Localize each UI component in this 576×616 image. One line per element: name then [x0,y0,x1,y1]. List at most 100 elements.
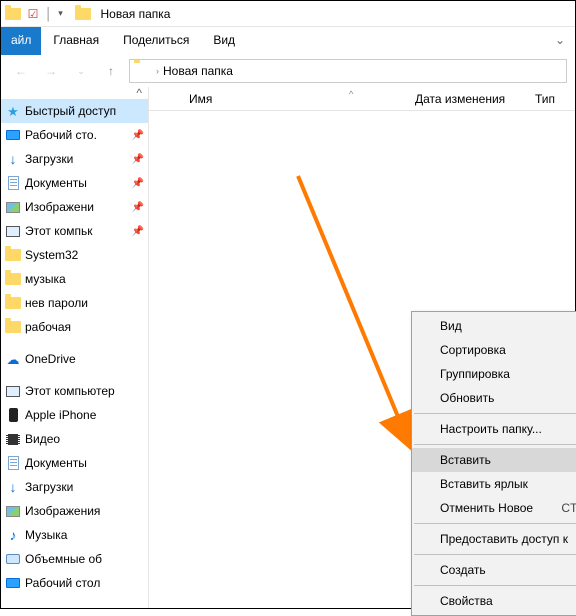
menu-undo[interactable]: Отменить НовоеCTR [412,496,576,520]
nav-recent-button[interactable]: ⌄ [69,59,93,83]
sidebar-item[interactable]: ↓Загрузки📌 [1,147,148,171]
column-headers: Имя ^ Дата изменения Тип [149,87,575,111]
sidebar-item[interactable]: Изображения [1,499,148,523]
folder-icon [134,63,152,79]
sidebar-item[interactable]: Рабочий сто. 📌 [1,123,148,147]
breadcrumb[interactable]: › Новая папка [129,59,567,83]
qat-dropdown-icon[interactable]: ▾ [53,6,69,22]
menu-paste-shortcut[interactable]: Вставить ярлык [412,472,576,496]
menu-sort[interactable]: Сортировка▸ [412,338,576,362]
breadcrumb-current[interactable]: Новая папка [163,64,233,78]
sidebar-label: Документы [25,176,87,190]
ribbon-tabs: айл Главная Поделиться Вид ⌄ [1,27,575,55]
pc-icon [5,383,21,399]
sidebar-quick-access[interactable]: ★ Быстрый доступ [1,99,148,123]
menu-group[interactable]: Группировка▸ [412,362,576,386]
menu-customize[interactable]: Настроить папку... [412,417,576,441]
menu-label: Обновить [440,391,494,405]
music-icon: ♪ [5,527,21,543]
sort-indicator-icon: ^ [349,89,353,99]
menu-share-access[interactable]: Предоставить доступ к▸ [412,527,576,551]
sidebar-thispc[interactable]: Этот компьютер [1,379,148,403]
menu-shortcut: CTR [561,501,576,515]
sidebar-item[interactable]: Этот компьк📌 [1,219,148,243]
address-bar: ← → ⌄ ↑ › Новая папка [1,55,575,87]
sidebar-item[interactable]: ♪ Музыка [1,523,148,547]
star-icon: ★ [5,103,21,119]
menu-label: Группировка [440,367,510,381]
sidebar-item[interactable]: Рабочий стол [1,571,148,595]
sidebar-label: Видео [25,432,60,446]
sidebar-item[interactable]: Документы [1,451,148,475]
menu-label: Сортировка [440,343,506,357]
folder-icon [5,319,21,335]
qat-separator: │ [45,7,53,21]
pin-icon: 📌 [132,202,144,213]
tab-view[interactable]: Вид [201,27,247,55]
context-menu: Вид▸ Сортировка▸ Группировка▸ Обновить Н… [411,311,576,616]
folder-icon [5,271,21,287]
nav-back-button[interactable]: ← [9,59,33,83]
sidebar-label: Apple iPhone [25,408,96,422]
menu-separator [414,523,576,524]
menu-separator [414,585,576,586]
sidebar-item[interactable]: нев пароли [1,291,148,315]
sidebar-label: OneDrive [25,352,76,366]
chevron-right-icon[interactable]: › [156,66,159,76]
menu-separator [414,444,576,445]
sidebar-item[interactable]: рабочая [1,315,148,339]
window-title: Новая папка [101,7,171,21]
sidebar-label: Загрузки [25,152,73,166]
sidebar-item[interactable]: Видео [1,427,148,451]
sidebar-onedrive[interactable]: ☁ OneDrive [1,347,148,371]
menu-new[interactable]: Создать▸ [412,558,576,582]
sidebar-item[interactable]: System32 [1,243,148,267]
menu-paste[interactable]: Вставить [412,448,576,472]
sidebar-label: Документы [25,456,87,470]
ribbon-collapse-icon[interactable]: ⌄ [545,27,575,55]
file-tab[interactable]: айл [1,27,41,55]
column-name[interactable]: Имя [183,92,415,106]
column-date[interactable]: Дата изменения [415,92,535,106]
pin-icon: 📌 [132,226,144,237]
document-icon [5,455,21,471]
sidebar-label: Музыка [25,528,67,542]
sidebar: ^ ★ Быстрый доступ Рабочий сто. 📌 ↓ Загруз… [1,87,149,608]
titlebar: ☑ │ ▾ Новая папка [1,1,575,27]
sidebar-item[interactable]: музыка [1,267,148,291]
disk-icon [5,551,21,567]
pictures-icon [5,503,21,519]
pc-icon [5,223,21,239]
download-icon: ↓ [5,479,21,495]
pin-icon: 📌 [132,154,144,165]
sidebar-label: рабочая [25,320,71,334]
check-icon[interactable]: ☑ [25,6,41,22]
nav-up-button[interactable]: ↑ [99,59,123,83]
tab-home[interactable]: Главная [41,27,111,55]
column-type[interactable]: Тип [535,92,575,106]
sidebar-item[interactable]: Apple iPhone [1,403,148,427]
pictures-icon [5,199,21,215]
sidebar-label: Изображени [25,200,94,214]
sidebar-label: Загрузки [25,480,73,494]
menu-label: Вид [440,319,462,333]
nav-forward-button[interactable]: → [39,59,63,83]
folder-icon [5,295,21,311]
menu-refresh[interactable]: Обновить [412,386,576,410]
video-icon [5,431,21,447]
monitor-icon [5,575,21,591]
menu-view[interactable]: Вид▸ [412,314,576,338]
sidebar-label: Изображения [25,504,100,518]
sidebar-item[interactable]: Объемные об [1,547,148,571]
menu-label: Создать [440,563,486,577]
sidebar-label: Рабочий стол [25,576,100,590]
tab-share[interactable]: Поделиться [111,27,201,55]
sidebar-item[interactable]: Документы📌 [1,171,148,195]
menu-properties[interactable]: Свойства [412,589,576,613]
sidebar-label: Рабочий сто. [25,128,97,142]
sidebar-item[interactable]: Изображени 📌 [1,195,148,219]
cloud-icon: ☁ [5,351,21,367]
sidebar-item[interactable]: ↓ Загрузки [1,475,148,499]
sidebar-collapse-icon[interactable]: ^ [1,87,148,99]
pin-icon: 📌 [132,130,144,141]
